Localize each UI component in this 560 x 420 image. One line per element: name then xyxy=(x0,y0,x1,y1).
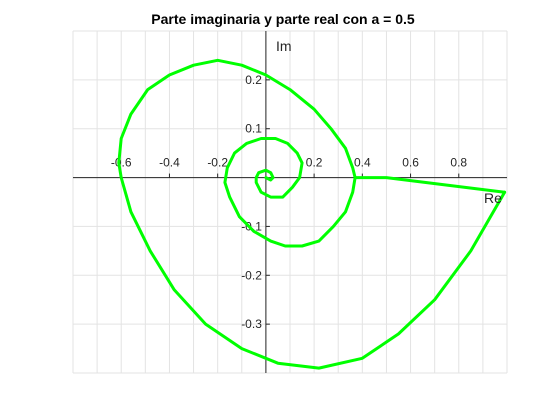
chart: -0.6 -0.4 -0.2 0.2 0.4 0.6 0.80.20.1-0.1-0.2-0… xyxy=(72,11,508,374)
x-tick-label: -0.6 xyxy=(111,156,132,170)
y-tick-label: -0.2 xyxy=(241,268,262,282)
y-tick-label: 0.2 xyxy=(245,73,262,87)
x-tick-label: -0.4 xyxy=(159,156,180,170)
x-tick-label: 0.2 xyxy=(306,156,323,170)
x-tick-label: -0.2 xyxy=(207,156,228,170)
y-axis-label: Im xyxy=(276,38,292,54)
y-tick-label: 0.1 xyxy=(245,122,262,136)
x-tick-label: 0.8 xyxy=(450,156,467,170)
chart-title: Parte imaginaria y parte real con a = 0.… xyxy=(151,11,415,27)
x-tick-label: 0.6 xyxy=(402,156,419,170)
x-tick-label: 0.4 xyxy=(354,156,371,170)
y-tick-label: -0.3 xyxy=(241,317,262,331)
x-axis-label: Re xyxy=(484,190,502,206)
